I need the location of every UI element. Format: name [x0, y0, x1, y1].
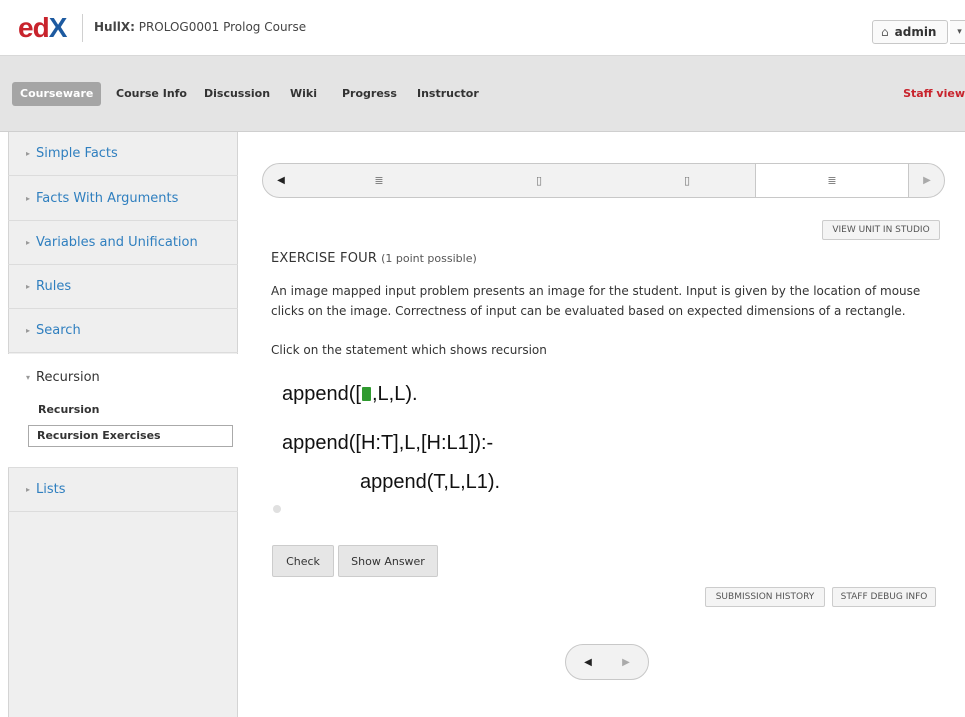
tab-wiki[interactable]: Wiki — [290, 82, 317, 106]
chevron-down-icon: ▾ — [957, 27, 962, 37]
bottom-prev-button[interactable]: ◀ — [568, 645, 608, 679]
check-button[interactable]: Check — [272, 545, 334, 577]
image-map-statement-2[interactable]: append([H:T],L,[H:L1]):- — [282, 432, 493, 455]
chevron-down-icon: ▾ — [26, 373, 31, 382]
video-unit-icon: ▯ — [683, 174, 691, 187]
chevron-left-icon: ◀ — [584, 656, 592, 668]
tab-course-info[interactable]: Course Info — [116, 82, 187, 106]
header-divider — [82, 14, 83, 42]
click-marker — [361, 387, 371, 401]
sequence-item-4[interactable]: ≣ — [755, 164, 909, 197]
username: admin — [894, 25, 937, 39]
sidebar-subsection-recursion-exercises[interactable]: Recursion Exercises — [28, 425, 233, 447]
chevron-right-icon: ▸ — [26, 282, 31, 291]
bottom-sequence-navigation: ◀ ▶ — [565, 644, 649, 680]
video-unit-icon: ▯ — [535, 174, 543, 187]
bottom-next-button[interactable]: ▶ — [606, 645, 646, 679]
view-unit-in-studio-button[interactable]: VIEW UNIT IN STUDIO — [822, 220, 940, 240]
show-answer-button[interactable]: Show Answer — [338, 545, 438, 577]
staff-view-toggle[interactable]: Staff view — [903, 82, 965, 106]
sequence-item-3[interactable]: ▯ — [619, 164, 755, 197]
edx-logo[interactable]: edX — [18, 14, 67, 42]
tab-courseware[interactable]: Courseware — [12, 82, 102, 106]
tab-discussion[interactable]: Discussion — [204, 82, 270, 106]
problem-title: EXERCISE FOUR (1 point possible) — [271, 251, 477, 266]
staff-debug-info-button[interactable]: STAFF DEBUG INFO — [832, 587, 936, 607]
chevron-right-icon: ▸ — [26, 326, 31, 335]
image-map-statement-3[interactable]: append(T,L,L1). — [360, 471, 500, 494]
tab-instructor[interactable]: Instructor — [417, 82, 479, 106]
sidebar-subsection-recursion[interactable]: Recursion — [38, 403, 99, 416]
problem-points: (1 point possible) — [381, 252, 477, 265]
image-map-statement-1[interactable]: append([,L,L). — [282, 383, 418, 406]
sequence-item-2[interactable]: ▯ — [459, 164, 619, 197]
chevron-right-icon: ▶ — [923, 175, 931, 186]
status-indicator — [273, 505, 281, 513]
sidebar-chapter-rules[interactable]: ▸ Rules — [8, 265, 238, 309]
problem-description: An image mapped input problem presents a… — [271, 284, 921, 318]
user-dropdown-toggle[interactable]: ▾ — [950, 20, 965, 44]
sidebar-chapter-lists[interactable]: ▸ Lists — [8, 468, 238, 512]
chevron-left-icon: ◀ — [277, 175, 285, 186]
tab-progress[interactable]: Progress — [342, 82, 397, 106]
user-menu-button[interactable]: ⌂ admin — [872, 20, 948, 44]
chevron-right-icon: ▸ — [26, 238, 31, 247]
sequence-item-1[interactable]: ≣ — [299, 164, 459, 197]
chevron-right-icon: ▸ — [26, 194, 31, 203]
sidebar-chapter-facts-with-arguments[interactable]: ▸ Facts With Arguments — [8, 177, 238, 221]
problem-instruction: Click on the statement which shows recur… — [271, 343, 547, 357]
text-unit-icon: ≣ — [827, 174, 837, 187]
sequence-next-button[interactable]: ▶ — [909, 164, 944, 197]
sidebar-chapter-search[interactable]: ▸ Search — [8, 309, 238, 353]
chevron-right-icon: ▸ — [26, 149, 31, 158]
submission-history-button[interactable]: SUBMISSION HISTORY — [705, 587, 825, 607]
chevron-right-icon: ▸ — [26, 485, 31, 494]
sidebar-chapter-variables-and-unification[interactable]: ▸ Variables and Unification — [8, 221, 238, 265]
sidebar-chapter-simple-facts[interactable]: ▸ Simple Facts — [8, 132, 238, 176]
sequence-prev-button[interactable]: ◀ — [263, 164, 299, 197]
chevron-right-icon: ▶ — [622, 656, 630, 668]
site-header: edX HullX: PROLOG0001 Prolog Course ⌂ adm… — [0, 0, 965, 56]
course-title: HullX: PROLOG0001 Prolog Course — [94, 20, 307, 34]
home-icon: ⌂ — [881, 25, 889, 39]
text-unit-icon: ≣ — [374, 174, 384, 187]
sequence-navigation: ◀ ≣ ▯ ▯ ≣ ▶ — [262, 163, 945, 198]
